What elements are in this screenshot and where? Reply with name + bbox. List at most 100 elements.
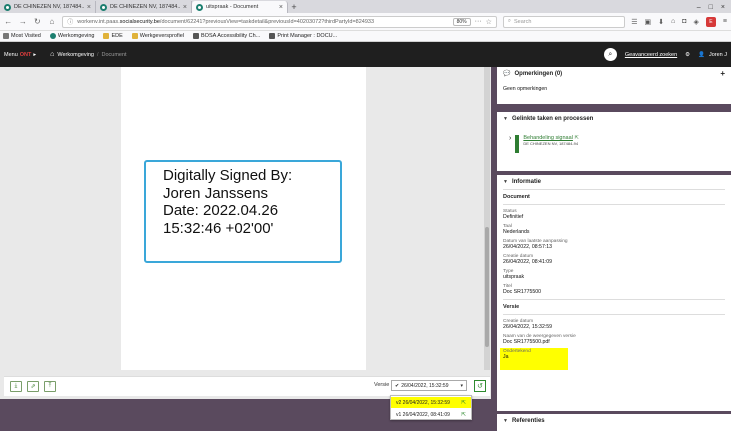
information-header[interactable]: ▼ Informatie: [497, 175, 731, 188]
extension-icon[interactable]: E: [705, 16, 716, 27]
bookmark-item[interactable]: EDE: [103, 33, 123, 39]
chevron-down-icon: ▼: [503, 115, 508, 122]
site-icon: [49, 33, 56, 39]
maximize-icon[interactable]: □: [709, 4, 713, 11]
breadcrumb: ⌂ Werkomgeving / Document: [50, 51, 126, 58]
pocket-icon[interactable]: ◘: [682, 18, 686, 25]
search-icon: ⌕: [507, 18, 511, 24]
shield-icon[interactable]: ◈: [694, 18, 699, 26]
chevron-down-icon: ▾: [460, 382, 463, 389]
linked-tasks-title: Gelinkte taken en processen: [511, 115, 594, 122]
remarks-title: Opmerkingen (0): [514, 70, 563, 77]
version-option-label: v2 26/04/2022, 15:32:59: [396, 399, 450, 406]
remarks-section: 💬 Opmerkingen (0) + Geen opmerkingen: [497, 67, 731, 104]
bookmark-star-icon[interactable]: ☆: [486, 18, 492, 26]
linked-task-subtitle: DE CHINEZEN NV, 187484-94: [523, 141, 579, 146]
field-value: 26/04/2022, 15:32:59: [503, 324, 553, 330]
close-tab-icon[interactable]: ×: [87, 4, 91, 11]
field-value: uitspraak: [503, 274, 525, 280]
environment-badge: ONT: [19, 51, 32, 58]
scrollbar-thumb[interactable]: [485, 227, 489, 347]
advanced-search-link[interactable]: Geavanceerd zoeken: [625, 52, 677, 58]
bookmark-item[interactable]: BOSA Accessibility Ch...: [193, 33, 260, 39]
home-icon[interactable]: ⌂: [48, 17, 57, 26]
chevron-right-icon[interactable]: ›: [509, 135, 511, 142]
viewer-footer: ⤓ ⇗ ⤒ Versie ✔ 26/04/2022, 15:32:59 ▾ ↺: [4, 376, 490, 396]
information-section: ▼ Informatie Document Status Definitief …: [497, 175, 731, 411]
close-tab-icon[interactable]: ×: [279, 4, 283, 11]
forward-icon[interactable]: →: [19, 17, 28, 26]
share-button[interactable]: ⇗: [27, 381, 39, 392]
close-window-icon[interactable]: ×: [721, 4, 725, 11]
bookmark-item[interactable]: Most Visited: [3, 33, 41, 39]
new-tab-icon[interactable]: +: [288, 1, 300, 13]
references-header[interactable]: ▼ Referenties: [497, 414, 731, 427]
site-info-icon[interactable]: ⓘ: [67, 17, 73, 26]
linked-tasks-header[interactable]: ▼ Gelinkte taken en processen: [497, 112, 731, 125]
close-tab-icon[interactable]: ×: [183, 4, 187, 11]
reload-icon[interactable]: ↻: [33, 17, 42, 26]
digital-signature-box: Digitally Signed By: Joren Janssens Date…: [144, 160, 342, 263]
breadcrumb-home[interactable]: Werkomgeving: [57, 52, 94, 58]
url-bar[interactable]: ⓘ workenv.int.paas.socialsecurity.be/doc…: [62, 15, 497, 28]
upload-version-button[interactable]: ⤒: [44, 381, 56, 392]
page-actions-icon[interactable]: ···: [475, 18, 482, 25]
chevron-down-icon: ▼: [503, 417, 508, 424]
zoom-level[interactable]: 80%: [452, 17, 471, 26]
chevron-down-icon: ▼: [503, 178, 508, 185]
version-option-label: v1 26/04/2022, 08:41:09: [396, 411, 450, 418]
version-option[interactable]: v1 26/04/2022, 08:41:09 ⇱: [391, 409, 471, 420]
breadcrumb-current: Document: [101, 51, 127, 58]
version-option[interactable]: v2 26/04/2022, 15:32:59 ⇱: [391, 397, 471, 408]
browser-tab-1[interactable]: DE CHINEZEN NV, 187484... ×: [0, 1, 96, 13]
open-link-icon[interactable]: ⇱: [461, 400, 466, 406]
field-value: 26/04/2022, 08:57:13: [503, 244, 553, 250]
bookmark-item[interactable]: Werkomgeving: [49, 33, 94, 39]
divider: [503, 204, 725, 205]
library-icon[interactable]: ☰: [631, 18, 637, 26]
signature-line: Date: 2022.04.26: [163, 202, 279, 219]
breadcrumb-separator: /: [96, 51, 99, 58]
browser-search-input[interactable]: ⌕ Search: [502, 15, 626, 28]
screenshot-icon[interactable]: ▣: [645, 18, 652, 26]
download-button[interactable]: ⤓: [10, 381, 22, 392]
search-icon[interactable]: ⌕: [603, 48, 617, 61]
linked-tasks-section: ▼ Gelinkte taken en processen › Behandel…: [497, 112, 731, 171]
download-icon[interactable]: ⬇: [658, 18, 664, 26]
home-toolbar-icon[interactable]: ⌂: [671, 18, 675, 25]
home-icon[interactable]: ⌂: [50, 51, 54, 58]
signature-line: Joren Janssens: [163, 184, 269, 202]
hamburger-menu-icon[interactable]: ≡: [723, 18, 727, 25]
field-value: 26/04/2022, 08:41:09: [503, 259, 553, 265]
signature-line: 15:32:46 +02'00': [163, 219, 274, 237]
version-label: Versie: [374, 382, 390, 388]
browser-toolbar: ☰ ▣ ⬇ ⌂ ◘ ◈ E ≡: [631, 16, 727, 27]
user-menu[interactable]: 👤 Joren J: [698, 52, 727, 58]
remarks-header[interactable]: 💬 Opmerkingen (0) +: [497, 67, 731, 80]
bookmark-item[interactable]: Werkgeversprofiel: [131, 33, 184, 39]
search-placeholder: Search: [513, 18, 532, 25]
add-remark-icon[interactable]: +: [720, 69, 725, 78]
minimize-icon[interactable]: –: [697, 4, 701, 11]
field-value: Doc SR1775500.pdf: [503, 339, 550, 345]
field-value: Nederlands: [503, 229, 530, 235]
menu-button[interactable]: Menu ONT ▸: [4, 52, 36, 58]
browser-tab-3-active[interactable]: uitspraak - Document ×: [192, 1, 288, 13]
settings-icon[interactable]: ⚙: [685, 52, 690, 58]
divider: [503, 314, 725, 315]
viewer-scrollbar[interactable]: [484, 67, 490, 370]
open-link-icon[interactable]: ⇱: [461, 412, 466, 418]
bookmark-item[interactable]: Print Manager : DOCU...: [269, 33, 337, 39]
app-header: Menu ONT ▸ ⌂ Werkomgeving / Document ⌕ G…: [0, 42, 731, 67]
tab-label: DE CHINEZEN NV, 187484...: [14, 4, 84, 10]
field-value: Definitief: [503, 214, 524, 220]
site-icon: [269, 33, 276, 39]
menu-label: Menu: [4, 51, 18, 58]
site-icon: [193, 33, 199, 39]
version-select[interactable]: ✔ 26/04/2022, 15:32:59 ▾: [391, 380, 467, 391]
window-controls: – □ ×: [697, 1, 731, 13]
browser-tab-bar: DE CHINEZEN NV, 187484... × DE CHINEZEN …: [0, 0, 731, 13]
back-icon[interactable]: ←: [4, 17, 13, 26]
restore-version-button[interactable]: ↺: [474, 380, 486, 392]
browser-tab-2[interactable]: DE CHINEZEN NV, 187484... ×: [96, 1, 192, 13]
